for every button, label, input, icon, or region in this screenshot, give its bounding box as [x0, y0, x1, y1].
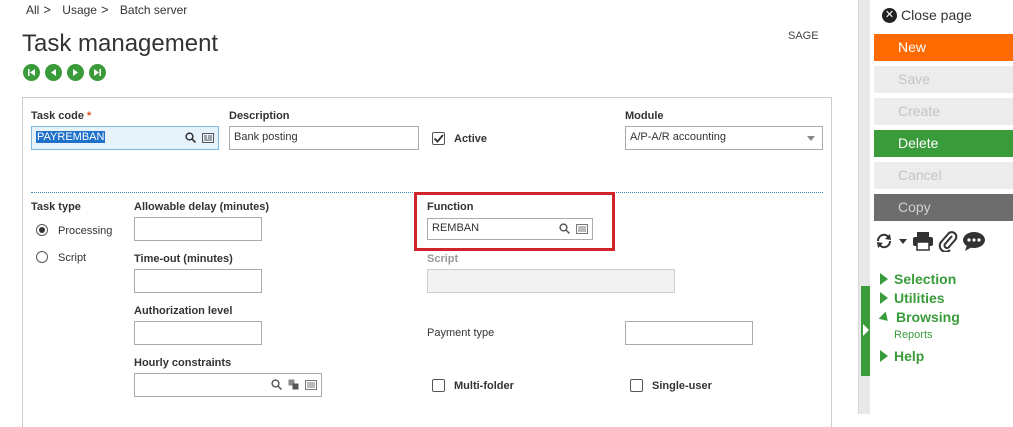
allowable-delay-input[interactable] [134, 217, 262, 241]
page-title: Task management [22, 30, 219, 57]
company-code: SAGE [788, 30, 819, 42]
transfer-icon[interactable] [288, 379, 299, 390]
task-code-field[interactable]: PAYREMBAN [31, 126, 219, 150]
expand-arrow-icon [880, 273, 888, 285]
expand-arrow-icon [880, 292, 888, 304]
save-button[interactable]: Save [874, 66, 1013, 93]
hourly-constraints-field[interactable] [134, 373, 322, 397]
close-page-label: Close page [901, 7, 972, 23]
module-label: Module [625, 110, 664, 122]
checkmark-icon [433, 134, 444, 143]
chevron-down-icon [807, 136, 815, 141]
radio-script[interactable] [36, 251, 48, 263]
search-icon[interactable] [185, 132, 196, 143]
next-record-icon[interactable] [67, 64, 84, 81]
radio-script-label: Script [58, 252, 87, 264]
authorization-level-label: Authorization level [134, 305, 233, 317]
main-panel: All > Usage > Batch server Task management… [0, 0, 858, 427]
detail-card-icon[interactable] [305, 379, 317, 390]
task-code-value: PAYREMBAN [36, 131, 106, 143]
copy-button[interactable]: Copy [874, 194, 1013, 221]
time-out-label: Time-out (minutes) [134, 253, 233, 265]
new-button[interactable]: New [874, 34, 1013, 61]
menu-help[interactable]: Help [880, 348, 924, 364]
close-page-button[interactable]: ✕ Close page [882, 7, 972, 23]
active-checkbox[interactable] [432, 132, 445, 145]
comments-icon[interactable] [962, 231, 986, 251]
multi-folder-label: Multi-folder [454, 380, 514, 392]
function-highlight-box [414, 192, 615, 251]
panel-splitter[interactable] [858, 0, 870, 414]
single-user-checkbox[interactable] [630, 379, 643, 392]
description-label: Description [229, 110, 290, 122]
delete-button[interactable]: Delete [874, 130, 1013, 157]
print-icon[interactable] [912, 231, 934, 251]
description-field[interactable]: Bank posting [229, 126, 419, 150]
right-action-panel: ✕ Close page New Save Create Delete Canc… [870, 0, 1013, 414]
previous-record-icon[interactable] [45, 64, 62, 81]
record-navigation [23, 64, 106, 81]
module-value: A/P-A/R accounting [630, 131, 726, 143]
breadcrumb-usage[interactable]: Usage [62, 3, 97, 17]
time-out-input[interactable] [134, 269, 262, 293]
task-type-label: Task type [31, 201, 81, 213]
payment-type-label: Payment type [427, 327, 495, 339]
menu-selection[interactable]: Selection [880, 271, 956, 287]
breadcrumb-separator: > [100, 2, 109, 17]
first-record-icon[interactable] [23, 64, 40, 81]
toolbar-icons [874, 230, 986, 252]
module-select[interactable]: A/P-A/R accounting [625, 126, 823, 150]
task-code-label: Task code * [31, 110, 92, 122]
expand-arrow-icon [880, 350, 888, 362]
payment-type-input[interactable] [625, 321, 753, 345]
radio-processing-label: Processing [58, 225, 113, 237]
breadcrumb: All > Usage > Batch server [26, 2, 191, 17]
search-icon[interactable] [271, 379, 282, 390]
hourly-constraints-label: Hourly constraints [134, 357, 232, 369]
allowable-delay-label: Allowable delay (minutes) [134, 201, 270, 213]
menu-utilities[interactable]: Utilities [880, 290, 945, 306]
menu-item-reports[interactable]: Reports [894, 329, 933, 341]
active-label: Active [454, 133, 488, 145]
refresh-icon[interactable] [874, 232, 894, 250]
create-button[interactable]: Create [874, 98, 1013, 125]
radio-processing[interactable] [36, 224, 48, 236]
breadcrumb-batch-server[interactable]: Batch server [120, 3, 187, 17]
required-mark: * [87, 110, 92, 122]
breadcrumb-separator: > [43, 2, 51, 17]
breadcrumb-all[interactable]: All [26, 3, 39, 17]
menu-browsing[interactable]: Browsing [878, 309, 960, 325]
single-user-label: Single-user [652, 380, 712, 392]
cancel-button[interactable]: Cancel [874, 162, 1013, 189]
script-input [427, 269, 675, 293]
collapse-handle-icon[interactable] [861, 286, 870, 376]
multi-folder-checkbox[interactable] [432, 379, 445, 392]
last-record-icon[interactable] [89, 64, 106, 81]
paperclip-icon[interactable] [938, 230, 958, 252]
collapse-arrow-icon [878, 311, 892, 325]
chevron-down-icon[interactable] [898, 236, 908, 246]
authorization-level-input[interactable] [134, 321, 262, 345]
close-icon: ✕ [882, 7, 897, 23]
detail-card-icon[interactable] [202, 132, 214, 143]
script-label: Script [427, 253, 459, 265]
